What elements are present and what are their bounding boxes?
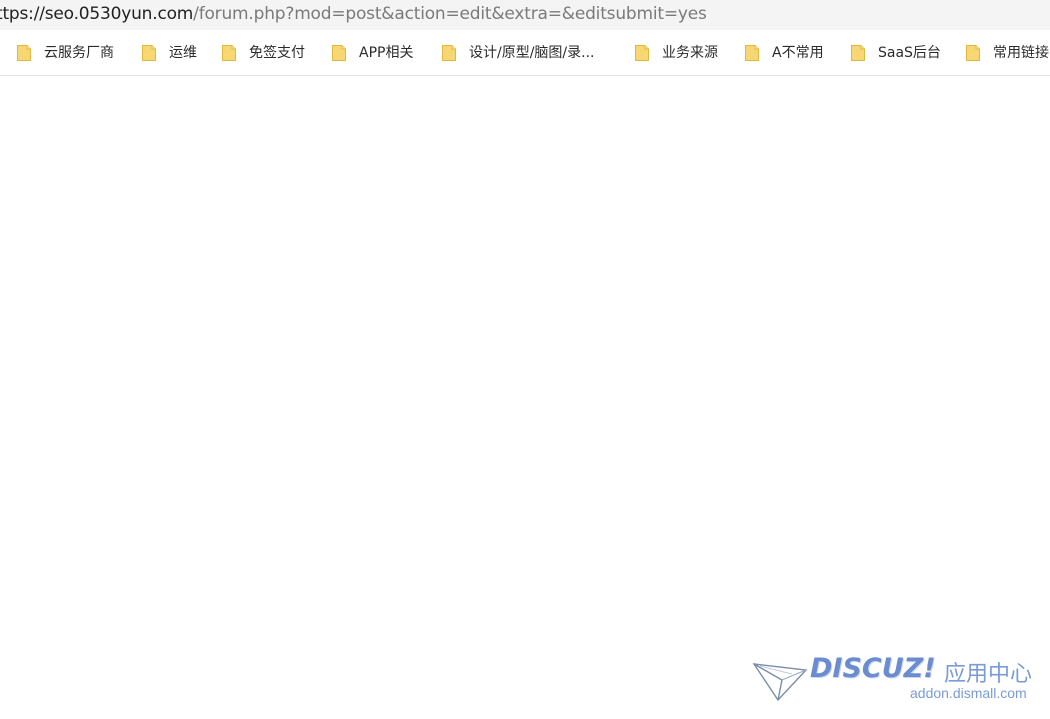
bookmark-folder-app[interactable]: APP相关 [331,43,413,63]
bookmark-folder-common-links[interactable]: 常用链接 [965,43,1049,63]
url-text[interactable]: ttps://seo.0530yun.com/forum.php?mod=pos… [0,3,707,25]
bookmark-label: A不常用 [772,45,824,61]
paper-plane-icon [752,663,808,702]
bookmark-label: 云服务厂商 [44,45,114,61]
bookmark-folder-business[interactable]: 业务来源 [634,43,718,63]
folder-icon [851,45,865,61]
bookmark-label: 业务来源 [662,45,718,61]
bookmark-folder-saas[interactable]: SaaS后台 [850,43,941,63]
bookmark-label: SaaS后台 [878,45,941,61]
folder-icon [222,45,236,61]
bookmark-folder-design[interactable]: 设计/原型/脑图/录... [441,43,595,63]
folder-icon [142,45,156,61]
folder-icon [442,45,456,61]
url-host: ttps://seo.0530yun.com [0,4,194,24]
discuz-watermark: DISCUZ! 应用中心 addon.dismall.com [752,652,1042,712]
address-bar[interactable]: ttps://seo.0530yun.com/forum.php?mod=pos… [0,0,1050,30]
bookmark-label: 常用链接 [993,45,1049,61]
page-content [0,76,1050,719]
folder-icon [745,45,759,61]
folder-icon [332,45,346,61]
bookmark-label: 设计/原型/脑图/录... [469,45,595,61]
bookmark-folder-ops[interactable]: 运维 [141,43,197,63]
watermark-domain: addon.dismall.com [910,685,1027,701]
folder-icon [966,45,980,61]
bookmark-label: APP相关 [359,45,414,61]
bookmark-label: 运维 [169,45,197,61]
bookmark-label: 免签支付 [249,45,305,61]
discuz-brand: DISCUZ! [810,653,936,684]
bookmark-folder-rarely-used[interactable]: A不常用 [744,43,824,63]
app-center-label: 应用中心 [944,662,1033,687]
bookmark-folder-payment[interactable]: 免签支付 [221,43,305,63]
bookmark-folder-cloud-vendors[interactable]: 云服务厂商 [16,43,114,63]
folder-icon [17,45,31,61]
folder-icon [635,45,649,61]
bookmarks-bar: 云服务厂商 运维 免签支付 APP相关 设计/原型/脑图/录... 业务来源 A… [0,30,1050,76]
url-path: /forum.php?mod=post&action=edit&extra=&e… [193,4,707,24]
